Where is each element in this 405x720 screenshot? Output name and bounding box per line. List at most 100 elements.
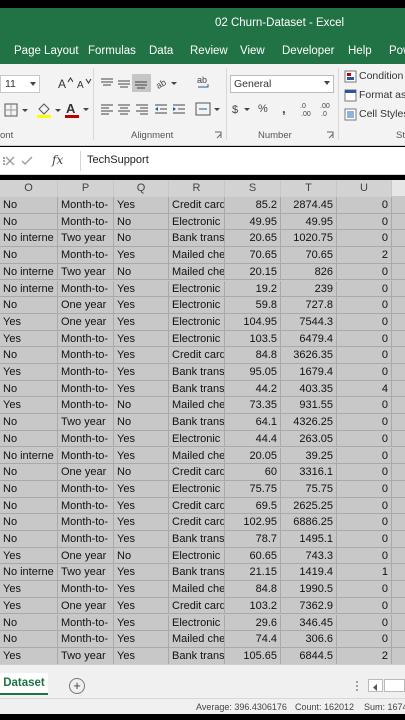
cell-v[interactable] — [392, 448, 405, 465]
cell-t[interactable]: 6886.25 — [281, 514, 337, 531]
cell-q[interactable]: Yes — [114, 430, 169, 448]
cell-s[interactable]: 64.1 — [225, 414, 281, 431]
orientation-icon[interactable]: ab — [155, 76, 177, 90]
cell-u[interactable]: 0 — [337, 230, 392, 248]
cell-s[interactable]: 73.35 — [225, 397, 281, 415]
cell-s[interactable]: 85.2 — [225, 197, 281, 214]
cell-t[interactable]: 826 — [281, 263, 337, 281]
cell-t[interactable]: 263.05 — [281, 430, 337, 448]
increase-indent-icon[interactable] — [171, 102, 187, 116]
number-format-select[interactable]: General — [230, 75, 334, 93]
cell-o[interactable]: No — [0, 213, 58, 231]
spreadsheet-grid[interactable]: No Month-to- Yes Credit card 85.2 2874.45 0 No M… — [0, 197, 405, 664]
percent-button[interactable]: % — [258, 103, 268, 115]
cell-o[interactable]: No — [0, 380, 58, 398]
cell-v[interactable] — [392, 481, 405, 498]
cell-r[interactable]: Credit card — [169, 514, 225, 531]
cell-o[interactable]: Yes — [0, 330, 58, 348]
cell-s[interactable]: 70.65 — [225, 247, 281, 264]
scroll-left-button[interactable] — [368, 679, 383, 692]
cell-r[interactable]: Mailed che — [169, 247, 225, 264]
cell-t[interactable]: 727.8 — [281, 297, 337, 314]
cell-v[interactable] — [392, 331, 405, 348]
cell-o[interactable]: No — [0, 531, 58, 548]
cell-p[interactable]: One year — [58, 464, 114, 481]
cell-t[interactable]: 49.95 — [281, 213, 337, 231]
cell-o[interactable]: No — [0, 414, 58, 431]
cell-s[interactable]: 103.5 — [225, 330, 281, 348]
cell-r[interactable]: Credit card — [169, 464, 225, 481]
cell-r[interactable]: Mailed che — [169, 581, 225, 598]
cell-t[interactable]: 70.65 — [281, 247, 337, 264]
cell-u[interactable]: 0 — [337, 531, 392, 548]
cell-p[interactable]: One year — [58, 313, 114, 331]
cell-s[interactable]: 20.65 — [225, 230, 281, 248]
cell-r[interactable]: Electronic — [169, 614, 225, 632]
column-header-v[interactable] — [392, 180, 405, 197]
cell-u[interactable]: 0 — [337, 447, 392, 465]
cell-t[interactable]: 346.45 — [281, 614, 337, 632]
cell-p[interactable]: Month-to- — [58, 330, 114, 348]
formula-input[interactable]: TechSupport — [80, 151, 405, 171]
decrease-font-icon[interactable]: A — [76, 76, 92, 90]
cell-u[interactable]: 2 — [337, 247, 392, 264]
currency-icon[interactable]: $ — [231, 101, 255, 117]
column-header-r[interactable]: R — [169, 180, 225, 197]
cell-u[interactable]: 2 — [337, 647, 392, 664]
horizontal-scrollbar[interactable] — [384, 679, 405, 692]
cell-o[interactable]: No — [0, 347, 58, 364]
cell-r[interactable]: Credit card — [169, 197, 225, 214]
cell-u[interactable]: 0 — [337, 347, 392, 364]
cell-u[interactable]: 1 — [337, 564, 392, 582]
cell-o[interactable]: No — [0, 614, 58, 632]
cell-q[interactable]: Yes — [114, 614, 169, 632]
cell-t[interactable]: 75.75 — [281, 480, 337, 498]
cell-p[interactable]: Two year — [58, 230, 114, 248]
cell-r[interactable]: Credit card — [169, 597, 225, 615]
cell-u[interactable]: 0 — [337, 297, 392, 314]
cell-v[interactable] — [392, 581, 405, 598]
cell-v[interactable] — [392, 281, 405, 298]
cell-q[interactable]: Yes — [114, 581, 169, 598]
cell-p[interactable]: Month-to- — [58, 514, 114, 531]
cell-r[interactable]: Electronic — [169, 330, 225, 348]
cell-t[interactable]: 743.3 — [281, 547, 337, 565]
decrease-decimal-icon[interactable]: .00.0 — [318, 100, 334, 118]
cell-p[interactable]: Two year — [58, 263, 114, 281]
cell-r[interactable]: Bank trans — [169, 230, 225, 248]
cell-u[interactable]: 0 — [337, 313, 392, 331]
middle-align-icon[interactable] — [116, 76, 132, 90]
cell-r[interactable]: Bank trans — [169, 364, 225, 381]
cell-q[interactable]: Yes — [114, 347, 169, 364]
cell-s[interactable]: 20.05 — [225, 447, 281, 465]
cell-t[interactable]: 3626.35 — [281, 347, 337, 364]
cell-q[interactable]: No — [114, 547, 169, 565]
cell-t[interactable]: 1679.4 — [281, 364, 337, 381]
column-header-s[interactable]: S — [225, 180, 281, 197]
column-header-t[interactable]: T — [281, 180, 337, 197]
cell-o[interactable]: No — [0, 497, 58, 515]
cell-o[interactable]: No — [0, 631, 58, 648]
cell-p[interactable]: One year — [58, 297, 114, 314]
column-header-p[interactable]: P — [58, 180, 114, 197]
merge-center-icon[interactable] — [195, 101, 221, 117]
cell-r[interactable]: Electronic — [169, 297, 225, 314]
cell-o[interactable]: Yes — [0, 364, 58, 381]
cell-o[interactable]: Yes — [0, 397, 58, 415]
cell-r[interactable]: Bank trans — [169, 647, 225, 664]
cell-p[interactable]: Month-to- — [58, 531, 114, 548]
cell-p[interactable]: Month-to- — [58, 581, 114, 598]
cell-r[interactable]: Electronic — [169, 213, 225, 231]
cell-s[interactable]: 60.65 — [225, 547, 281, 565]
cell-q[interactable]: Yes — [114, 447, 169, 465]
cell-q[interactable]: Yes — [114, 631, 169, 648]
wrap-text-icon[interactable]: ab — [196, 74, 212, 90]
cell-v[interactable] — [392, 197, 405, 214]
cell-q[interactable]: No — [114, 230, 169, 248]
cell-r[interactable]: Credit card — [169, 497, 225, 515]
cell-v[interactable] — [392, 397, 405, 414]
column-header-q[interactable]: Q — [114, 180, 169, 197]
cell-q[interactable]: Yes — [114, 330, 169, 348]
cell-t[interactable]: 7362.9 — [281, 597, 337, 615]
cell-u[interactable]: 0 — [337, 364, 392, 381]
